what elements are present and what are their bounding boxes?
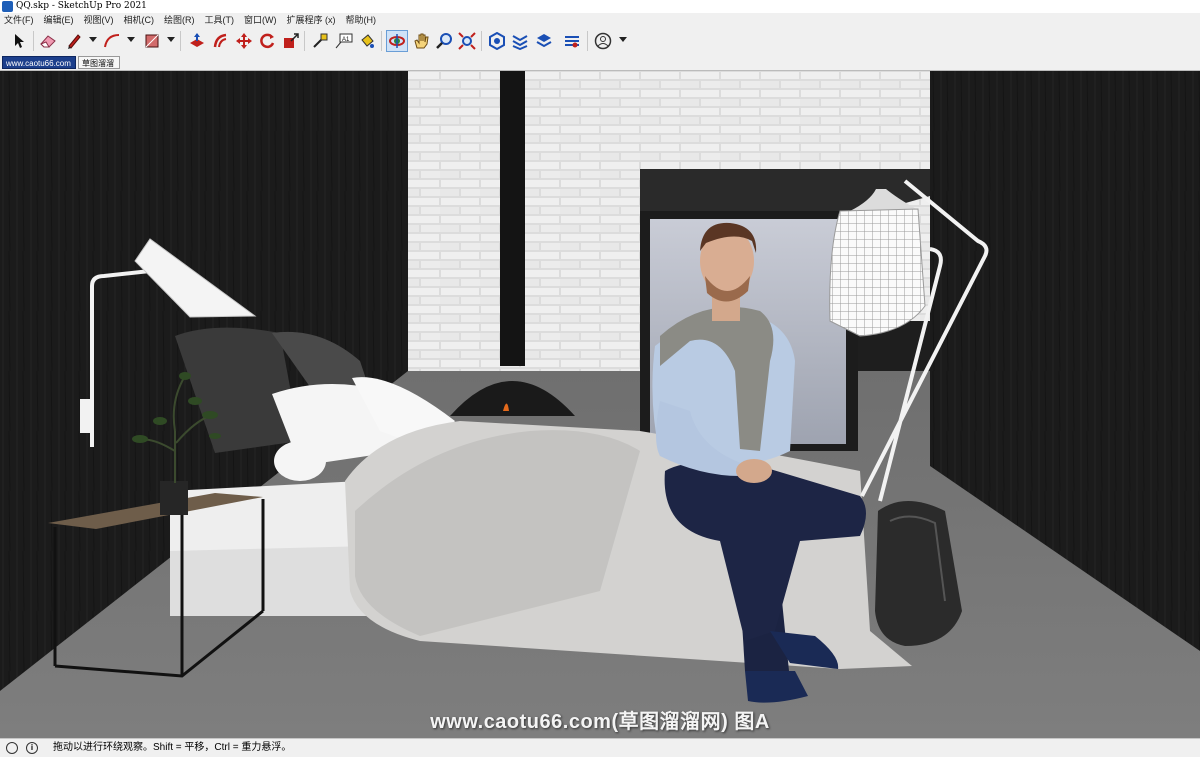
toolbar-separator bbox=[33, 31, 34, 51]
extension-warehouse-tool-icon[interactable] bbox=[509, 30, 531, 52]
plant-pot bbox=[160, 481, 188, 515]
sketchup-app-icon bbox=[2, 1, 13, 12]
watermark-text: www.caotu66.com(草图溜溜网) 图A bbox=[430, 711, 770, 733]
scene-tab-bar: www.caotu66.com 草图溜溜 bbox=[0, 55, 1200, 71]
account-dropdown-icon[interactable] bbox=[619, 37, 627, 42]
tape-measure-tool-icon[interactable] bbox=[309, 30, 331, 52]
status-bar: i 拖动以进行环绕观察。Shift = 平移，Ctrl = 重力悬浮。 bbox=[0, 738, 1200, 757]
toolbar-separator bbox=[481, 31, 482, 51]
menu-bar: 文件(F) 编辑(E) 视图(V) 相机(C) 绘图(R) 工具(T) 窗口(W) 扩展程序 … bbox=[0, 13, 1200, 27]
toolbar-separator bbox=[304, 31, 305, 51]
menu-tools[interactable]: 工具(T) bbox=[201, 13, 241, 27]
menu-extensions[interactable]: 扩展程序 (x) bbox=[283, 13, 342, 27]
menu-draw[interactable]: 绘图(R) bbox=[160, 13, 201, 27]
wall-lamp-mount bbox=[80, 399, 94, 433]
menu-view[interactable]: 视图(V) bbox=[80, 13, 120, 27]
rotate-tool-icon[interactable] bbox=[256, 30, 278, 52]
svg-text:A1: A1 bbox=[342, 37, 350, 43]
layout-tool-icon[interactable] bbox=[533, 30, 555, 52]
pan-tool-icon[interactable] bbox=[410, 30, 432, 52]
text-tool-icon[interactable]: A1 bbox=[333, 30, 355, 52]
move-tool-icon[interactable] bbox=[233, 30, 255, 52]
eraser-tool-icon[interactable] bbox=[37, 30, 59, 52]
account-icon[interactable] bbox=[592, 30, 614, 52]
offset-tool-icon[interactable] bbox=[210, 30, 232, 52]
scene-tab-1[interactable]: www.caotu66.com bbox=[2, 56, 76, 69]
pencil-tool-icon[interactable] bbox=[63, 30, 85, 52]
toolbar-separator bbox=[381, 31, 382, 51]
toolbar-separator bbox=[180, 31, 181, 51]
extension-manager-tool-icon[interactable] bbox=[561, 30, 583, 52]
pencil-dropdown-icon[interactable] bbox=[89, 37, 97, 42]
menu-window[interactable]: 窗口(W) bbox=[240, 13, 283, 27]
model-viewport[interactable]: www.caotu66.com(草图溜溜网) 图A bbox=[0, 71, 1200, 738]
warehouse-tool-icon[interactable] bbox=[486, 30, 508, 52]
bolster-pillow bbox=[274, 441, 326, 481]
window-title: QQ.skp - SketchUp Pro 2021 bbox=[16, 1, 147, 11]
scene-tab-2[interactable]: 草图溜溜 bbox=[78, 56, 120, 69]
toolbar-separator bbox=[587, 31, 588, 51]
menu-edit[interactable]: 编辑(E) bbox=[40, 13, 80, 27]
rectangle-dropdown-icon[interactable] bbox=[167, 37, 175, 42]
bedroom-scene bbox=[0, 71, 1200, 738]
zoom-tool-icon[interactable] bbox=[433, 30, 455, 52]
zoom-extents-tool-icon[interactable] bbox=[456, 30, 478, 52]
fireplace-chimney bbox=[500, 71, 525, 366]
hanging-shirt bbox=[829, 208, 926, 337]
menu-camera[interactable]: 相机(C) bbox=[120, 13, 161, 27]
geo-location-icon[interactable] bbox=[6, 742, 18, 754]
push-pull-tool-icon[interactable] bbox=[186, 30, 208, 52]
main-toolbar: A1 bbox=[0, 27, 1200, 56]
paint-bucket-tool-icon[interactable] bbox=[356, 30, 378, 52]
menu-help[interactable]: 帮助(H) bbox=[342, 13, 383, 27]
menu-file[interactable]: 文件(F) bbox=[0, 13, 40, 27]
scale-tool-icon[interactable] bbox=[280, 30, 302, 52]
select-tool-icon[interactable] bbox=[8, 30, 30, 52]
status-message: 拖动以进行环绕观察。Shift = 平移，Ctrl = 重力悬浮。 bbox=[53, 742, 292, 753]
arc-tool-icon[interactable] bbox=[101, 30, 123, 52]
orbit-tool-icon[interactable] bbox=[386, 30, 408, 52]
info-icon[interactable]: i bbox=[26, 742, 38, 754]
title-bar: QQ.skp - SketchUp Pro 2021 bbox=[0, 0, 1200, 13]
rectangle-tool-icon[interactable] bbox=[141, 30, 163, 52]
arc-dropdown-icon[interactable] bbox=[127, 37, 135, 42]
